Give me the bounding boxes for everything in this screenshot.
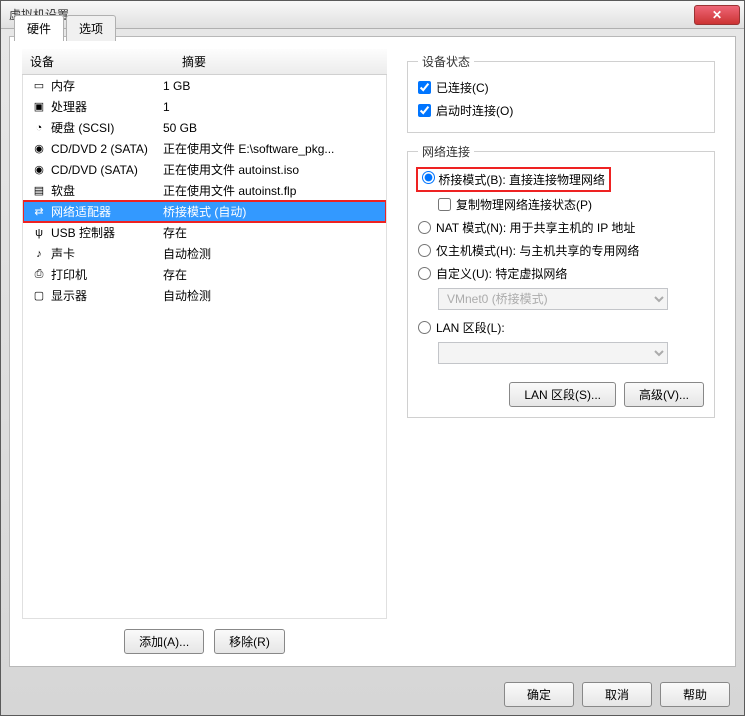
nat-label: NAT 模式(N): 用于共享主机的 IP 地址 <box>436 219 635 236</box>
device-summary: 自动检测 <box>163 245 378 262</box>
add-button[interactable]: 添加(A)... <box>124 629 204 654</box>
table-body[interactable]: ▭内存 1 GB ▣处理器 1 ◔硬盘 (SCSI) 50 GB ◉ CD/DVD 2 (SA… <box>22 75 387 619</box>
tab-options[interactable]: 选项 <box>66 15 116 41</box>
nat-radio[interactable] <box>418 221 431 234</box>
device-name: 内存 <box>51 77 75 94</box>
table-row[interactable]: ⇄网络适配器 桥接模式 (自动) <box>23 201 386 222</box>
device-name: USB 控制器 <box>51 224 115 241</box>
connected-checkbox[interactable] <box>418 81 431 94</box>
table-row[interactable]: ▢显示器 自动检测 <box>23 285 386 306</box>
device-name: CD/DVD 2 (SATA) <box>51 142 148 156</box>
device-name: CD/DVD (SATA) <box>51 163 138 177</box>
lan-segment-radio[interactable] <box>418 321 431 334</box>
connect-on-power-label: 启动时连接(O) <box>436 102 513 119</box>
device-name: 打印机 <box>51 266 87 283</box>
lan-segment-select[interactable] <box>438 342 668 364</box>
cpu-icon: ▣ <box>31 99 47 115</box>
remove-button[interactable]: 移除(R) <box>214 629 285 654</box>
device-status-group: 设备状态 已连接(C) 启动时连接(O) <box>407 53 715 133</box>
dialog-footer: 确定 取消 帮助 <box>504 682 730 707</box>
header-device: 设备 <box>30 53 182 70</box>
advanced-button[interactable]: 高级(V)... <box>624 382 704 407</box>
device-summary: 正在使用文件 autoinst.flp <box>163 182 378 199</box>
display-icon: ▢ <box>31 288 47 304</box>
device-summary: 自动检测 <box>163 287 378 304</box>
device-name: 声卡 <box>51 245 75 262</box>
table-row[interactable]: ▤软盘 正在使用文件 autoinst.flp <box>23 180 386 201</box>
device-summary: 1 GB <box>163 79 378 93</box>
network-connection-group: 网络连接 桥接模式(B): 直接连接物理网络 复制物理网络连接状态(P) NAT <box>407 143 715 418</box>
device-summary: 存在 <box>163 224 378 241</box>
table-header: 设备 摘要 <box>22 49 387 75</box>
bridged-row[interactable]: 桥接模式(B): 直接连接物理网络 <box>418 166 704 193</box>
custom-label: 自定义(U): 特定虚拟网络 <box>436 265 567 282</box>
bridged-radio[interactable] <box>422 171 435 184</box>
close-button[interactable]: ✕ <box>694 5 740 25</box>
network-buttons: LAN 区段(S)... 高级(V)... <box>418 382 704 407</box>
replicate-checkbox[interactable] <box>438 198 451 211</box>
network-conn-title: 网络连接 <box>418 143 474 160</box>
lan-segments-button[interactable]: LAN 区段(S)... <box>509 382 616 407</box>
help-button[interactable]: 帮助 <box>660 682 730 707</box>
table-row[interactable]: ♪声卡 自动检测 <box>23 243 386 264</box>
connected-label: 已连接(C) <box>436 79 489 96</box>
settings-window: 虚拟机设置 ✕ 硬件 选项 设备 摘要 ▭内存1 GB▣处理器1◔硬盘 (SCS… <box>0 0 745 716</box>
connect-on-power-row[interactable]: 启动时连接(O) <box>418 99 704 122</box>
device-summary: 正在使用文件 autoinst.iso <box>163 161 378 178</box>
network-icon: ⇄ <box>31 204 47 220</box>
device-summary: 1 <box>163 100 378 114</box>
table-row[interactable]: ◉ CD/DVD (SATA) 正在使用文件 autoinst.iso <box>23 159 386 180</box>
table-row[interactable]: ◔硬盘 (SCSI) 50 GB <box>23 117 386 138</box>
device-name: 硬盘 (SCSI) <box>51 119 114 136</box>
table-row[interactable]: ▣处理器 1 <box>23 96 386 117</box>
table-row[interactable]: ▭内存 1 GB <box>23 75 386 96</box>
lan-segment-row[interactable]: LAN 区段(L): <box>418 316 704 339</box>
device-name: 显示器 <box>51 287 87 304</box>
custom-row[interactable]: 自定义(U): 特定虚拟网络 <box>418 262 704 285</box>
nat-row[interactable]: NAT 模式(N): 用于共享主机的 IP 地址 <box>418 216 704 239</box>
bridged-highlight: 桥接模式(B): 直接连接物理网络 <box>418 169 609 190</box>
disk-icon: ◔ <box>31 120 47 136</box>
memory-icon: ▭ <box>31 78 47 94</box>
tab-content: 设备 摘要 ▭内存 1 GB ▣处理器 1 ◔硬盘 (SCSI) 50 GB ◉ CD/DVD… <box>10 37 735 666</box>
bridged-label: 桥接模式(B): 直接连接物理网络 <box>438 173 605 187</box>
usb-icon: ψ <box>31 225 47 241</box>
cd-icon: ◉ <box>31 162 47 178</box>
connect-on-power-checkbox[interactable] <box>418 104 431 117</box>
device-status-title: 设备状态 <box>418 53 474 70</box>
lan-segment-label: LAN 区段(L): <box>436 319 505 336</box>
header-summary: 摘要 <box>182 53 379 70</box>
custom-vmnet-select[interactable]: VMnet0 (桥接模式) <box>438 288 668 310</box>
ok-button[interactable]: 确定 <box>504 682 574 707</box>
hostonly-row[interactable]: 仅主机模式(H): 与主机共享的专用网络 <box>418 239 704 262</box>
device-summary: 50 GB <box>163 121 378 135</box>
sound-icon: ♪ <box>31 246 47 262</box>
settings-panel: 设备状态 已连接(C) 启动时连接(O) 网络连接 <box>399 49 723 654</box>
device-name: 软盘 <box>51 182 75 199</box>
device-name: 处理器 <box>51 98 87 115</box>
hostonly-radio[interactable] <box>418 244 431 257</box>
cancel-button[interactable]: 取消 <box>582 682 652 707</box>
device-list-panel: 设备 摘要 ▭内存 1 GB ▣处理器 1 ◔硬盘 (SCSI) 50 GB ◉ CD/DVD… <box>22 49 387 654</box>
connected-row[interactable]: 已连接(C) <box>418 76 704 99</box>
content-area: 硬件 选项 设备 摘要 ▭内存1 GB▣处理器1◔硬盘 (SCSI)50 GB◉… <box>9 36 736 667</box>
floppy-icon: ▤ <box>31 183 47 199</box>
add-remove-row: 添加(A)... 移除(R) <box>22 619 387 654</box>
tab-hardware[interactable]: 硬件 <box>14 15 64 41</box>
table-row[interactable]: ψUSB 控制器 存在 <box>23 222 386 243</box>
replicate-row[interactable]: 复制物理网络连接状态(P) <box>438 193 704 216</box>
replicate-label: 复制物理网络连接状态(P) <box>456 196 592 213</box>
table-row[interactable]: ⎙打印机 存在 <box>23 264 386 285</box>
device-name: 网络适配器 <box>51 203 111 220</box>
custom-radio[interactable] <box>418 267 431 280</box>
hostonly-label: 仅主机模式(H): 与主机共享的专用网络 <box>436 242 639 259</box>
device-summary: 存在 <box>163 266 378 283</box>
cd-icon: ◉ <box>31 141 47 157</box>
tabs: 硬件 选项 <box>14 15 118 41</box>
printer-icon: ⎙ <box>31 267 47 283</box>
table-row[interactable]: ◉ CD/DVD 2 (SATA) 正在使用文件 E:\software_pkg..… <box>23 138 386 159</box>
device-summary: 正在使用文件 E:\software_pkg... <box>163 140 378 157</box>
device-summary: 桥接模式 (自动) <box>163 203 378 220</box>
